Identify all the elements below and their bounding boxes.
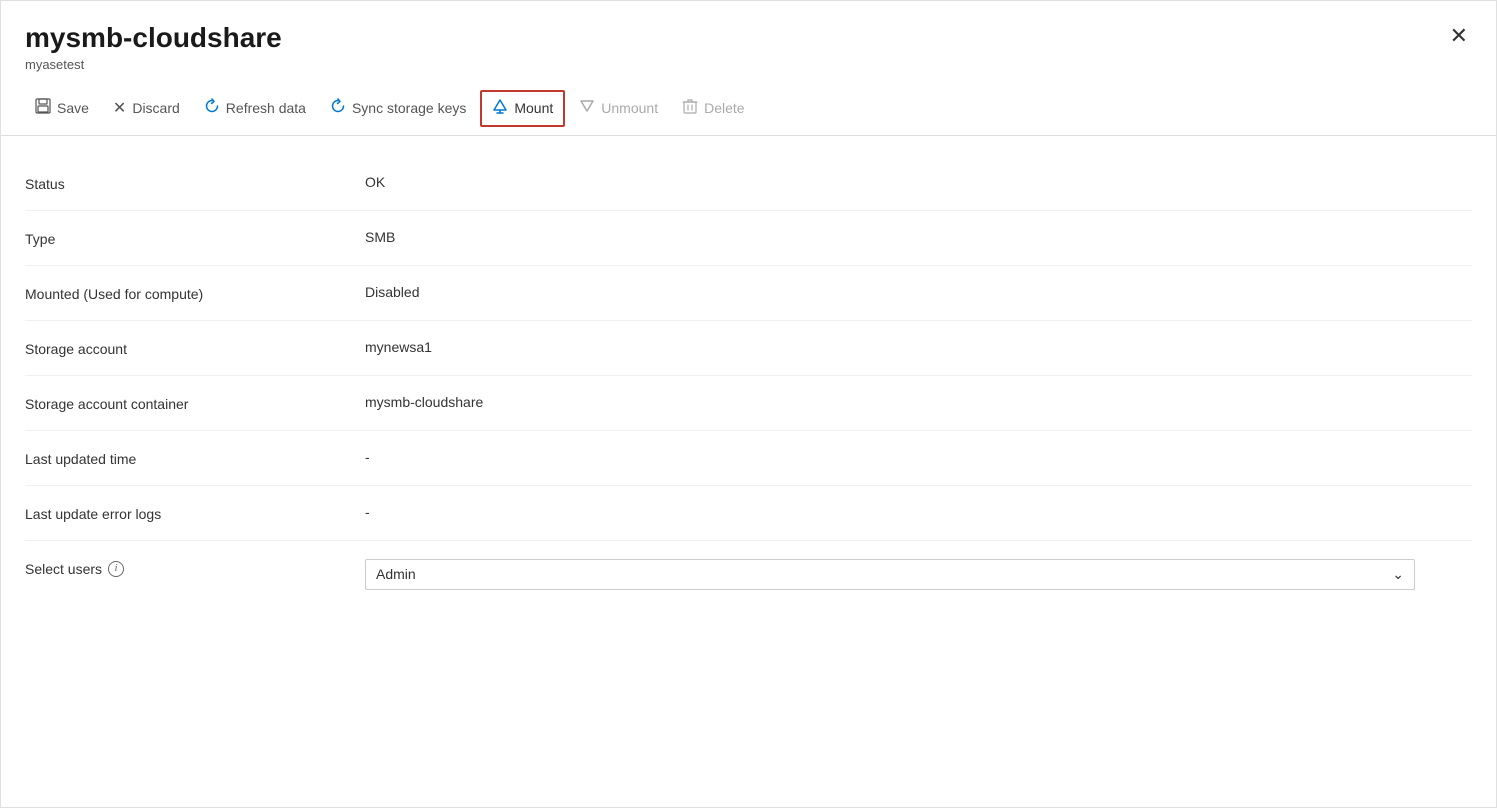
select-users-value: Admin (376, 566, 416, 582)
discard-icon: ✕ (113, 98, 126, 118)
save-label: Save (57, 100, 89, 116)
unmount-button[interactable]: Unmount (569, 92, 668, 125)
field-value-mounted: Disabled (365, 284, 1472, 300)
field-value-select-users: Admin ⌄ (365, 559, 1472, 590)
content-area: Status OK Type SMB Mounted (Used for com… (1, 136, 1496, 628)
page-subtitle: myasetest (25, 57, 1472, 72)
panel: mysmb-cloudshare myasetest ✕ Save ✕ Disc… (0, 0, 1497, 808)
field-row-mounted: Mounted (Used for compute) Disabled (25, 266, 1472, 321)
delete-label: Delete (704, 100, 744, 116)
field-label-select-users: Select users i (25, 559, 365, 577)
field-value-status: OK (365, 174, 1472, 190)
field-label-storage-account: Storage account (25, 339, 365, 357)
sync-icon (330, 98, 346, 119)
field-row-select-users: Select users i Admin ⌄ (25, 541, 1472, 608)
field-value-container: mysmb-cloudshare (365, 394, 1472, 410)
field-label-status: Status (25, 174, 365, 192)
field-value-last-updated: - (365, 449, 1472, 465)
field-row-last-updated: Last updated time - (25, 431, 1472, 486)
delete-button[interactable]: Delete (672, 92, 754, 125)
save-icon (35, 98, 51, 119)
refresh-button[interactable]: Refresh data (194, 92, 316, 125)
delete-icon (682, 98, 698, 119)
field-row-error-logs: Last update error logs - (25, 486, 1472, 541)
sync-button[interactable]: Sync storage keys (320, 92, 476, 125)
toolbar: Save ✕ Discard Refresh data (1, 82, 1496, 136)
select-users-dropdown[interactable]: Admin ⌄ (365, 559, 1415, 590)
field-label-last-updated: Last updated time (25, 449, 365, 467)
page-title: mysmb-cloudshare (25, 21, 1472, 55)
field-label-type: Type (25, 229, 365, 247)
field-value-type: SMB (365, 229, 1472, 245)
refresh-label: Refresh data (226, 100, 306, 116)
close-button[interactable]: ✕ (1446, 21, 1472, 51)
mount-label: Mount (514, 100, 553, 116)
discard-label: Discard (132, 100, 179, 116)
refresh-icon (204, 98, 220, 119)
field-value-storage-account: mynewsa1 (365, 339, 1472, 355)
select-users-text: Select users (25, 561, 102, 577)
field-row-status: Status OK (25, 156, 1472, 211)
unmount-icon (579, 98, 595, 119)
discard-button[interactable]: ✕ Discard (103, 92, 190, 124)
panel-header: mysmb-cloudshare myasetest ✕ (1, 1, 1496, 82)
field-row-container: Storage account container mysmb-cloudsha… (25, 376, 1472, 431)
unmount-label: Unmount (601, 100, 658, 116)
mount-button[interactable]: Mount (480, 90, 565, 127)
mount-icon (492, 98, 508, 119)
save-button[interactable]: Save (25, 92, 99, 125)
chevron-down-icon: ⌄ (1392, 566, 1404, 583)
sync-label: Sync storage keys (352, 100, 466, 116)
field-label-mounted: Mounted (Used for compute) (25, 284, 365, 302)
field-row-type: Type SMB (25, 211, 1472, 266)
field-value-error-logs: - (365, 504, 1472, 520)
field-label-container: Storage account container (25, 394, 365, 412)
field-label-error-logs: Last update error logs (25, 504, 365, 522)
info-icon[interactable]: i (108, 561, 124, 577)
field-row-storage-account: Storage account mynewsa1 (25, 321, 1472, 376)
